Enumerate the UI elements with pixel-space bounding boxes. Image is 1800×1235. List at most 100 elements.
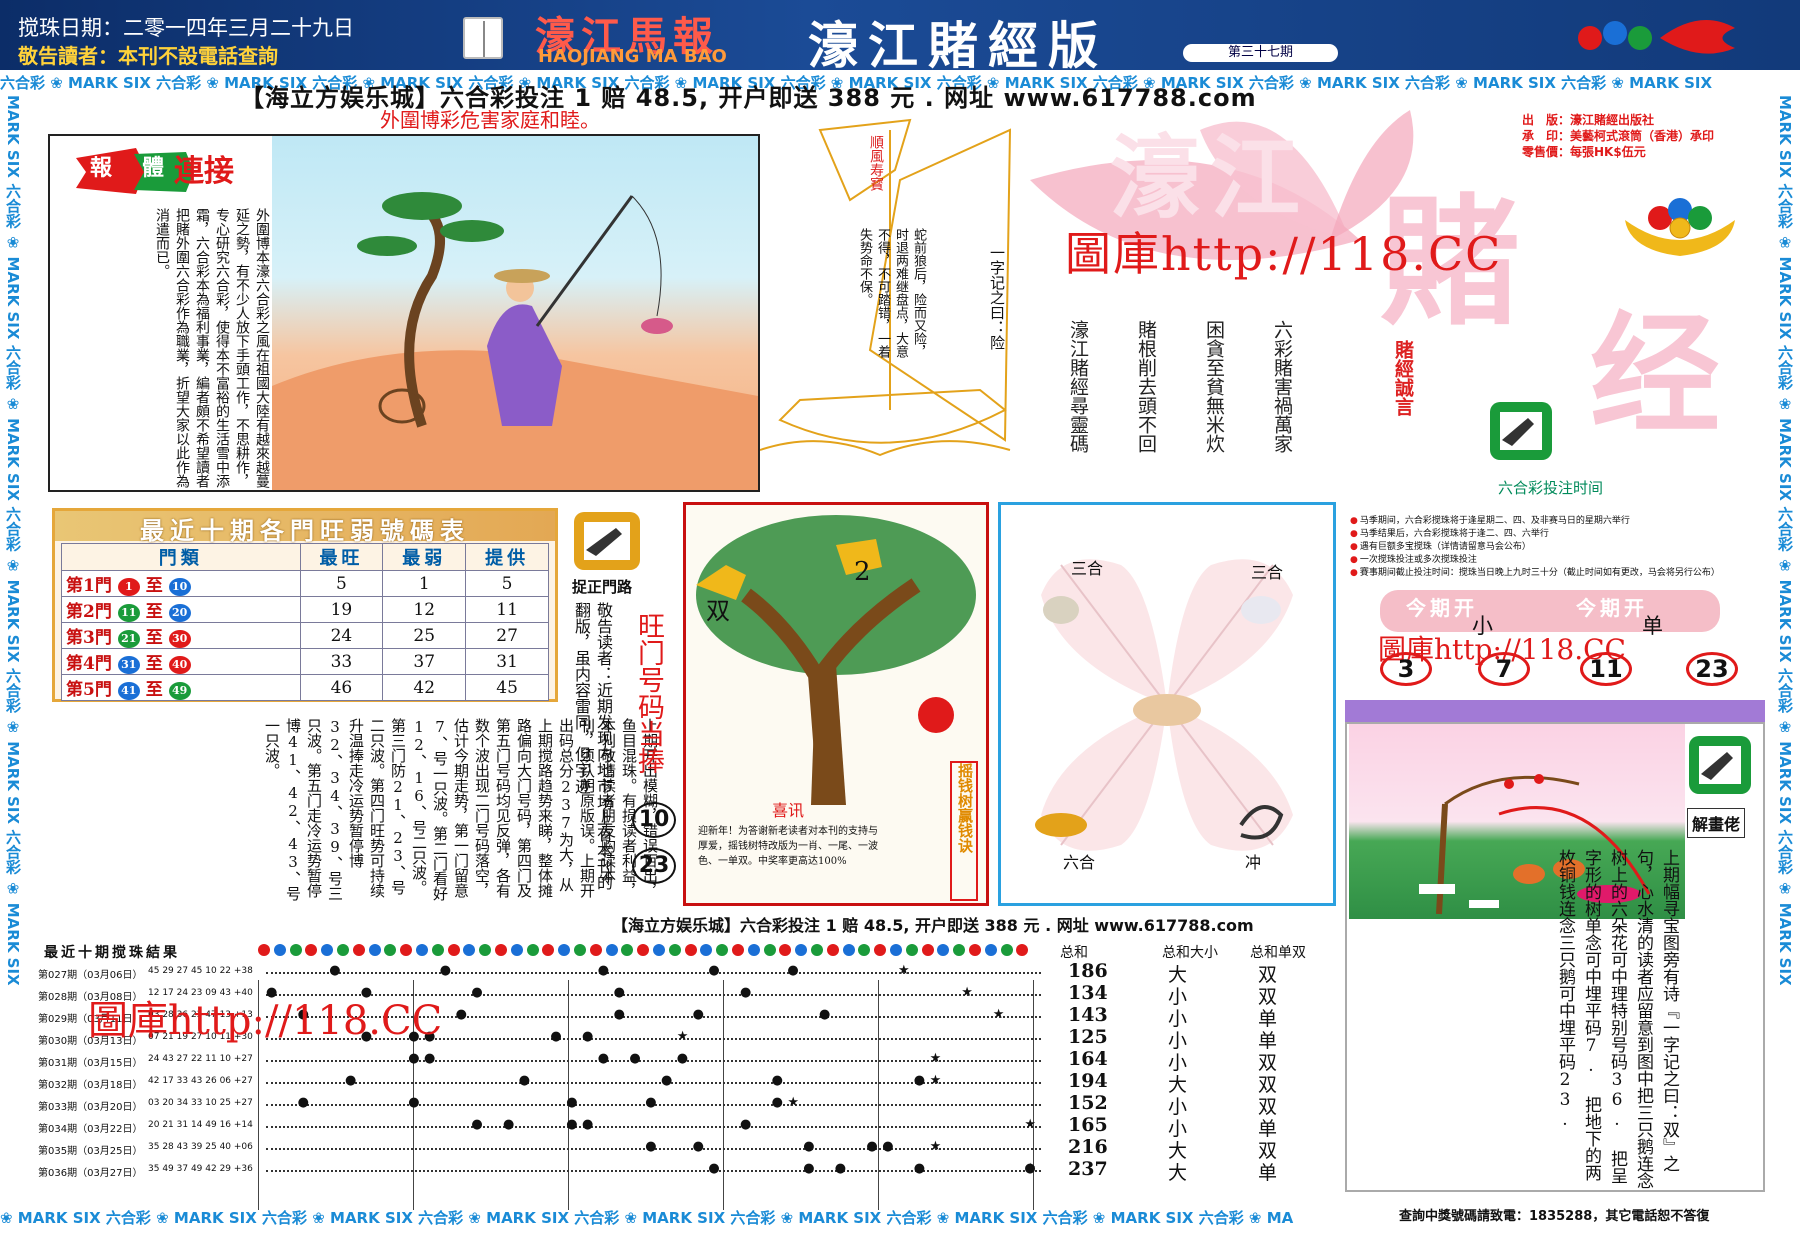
drawn-dot-icon: ● [582,1117,594,1132]
special-star-icon: ★ [992,1007,1005,1022]
drawn-dot-icon: ● [882,1139,894,1154]
header-ball-icon [526,944,539,956]
stats-row: 第5門 41 至 49 46 42 45 [61,674,549,701]
drawn-dot-icon: ● [866,1139,878,1154]
header-ball-icon [984,944,997,956]
drawn-dot-icon: ● [692,1007,704,1022]
stats-col-cold: 最弱 [382,543,467,571]
header-ball-icon [289,944,302,956]
col-oe-head: 总和单双 [1250,945,1306,961]
bet-note-3: 遇有巨额多宝搅珠（详情请留意马会公布） [1350,541,1770,554]
header-ball-icon [732,944,744,956]
recent-draw-results: 最近十期搅珠結果 第027期（03月06日） 45 29 27 45 10 22 … [30,942,1350,1210]
watermark-url-3: 圖庫http://118.CC [88,998,443,1044]
bet-note-5: 賽事期间截止投注时间：搅珠当日晚上九时三十分（截止时间如有更改，马会将另行公布） [1350,567,1770,580]
comic-article-box: 報 體 連接 外圍博本濠六合彩之風在祖國大陸有越來越蔓延之勢，有不少人放下手頭工… [48,134,760,492]
tree-caption-body: 迎新年！为答谢新老读者对本刊的支持与厚爱，摇钱树特改版为一肖、一尾、一波色、一单… [698,826,878,867]
sum-cell: 186 [1068,960,1108,982]
cold-cell: 1 [382,570,467,597]
special-star-icon: ★ [676,1029,689,1044]
parity-cell: 单 [1258,1162,1278,1184]
size-cell: 大 [1168,1162,1188,1184]
header-ball-icon [1016,944,1029,956]
gate-label: 第2門 [66,602,112,622]
tree-caption: 喜讯 迎新年！为答谢新老读者对本刊的支持与厚爱，摇钱树特改版为一肖、一尾、一波色… [698,803,878,869]
header-ball-icon [953,944,966,956]
drawn-dot-icon: ● [471,1117,483,1132]
hand-pointing-icon [1689,736,1751,794]
stats-body: 第1門 1 至 10 5 1 5 第2門 11 至 20 19 12 11 第3門 21 至 3… [61,570,549,701]
drawn-dot-icon: ● [692,1139,704,1154]
subheadline: 外圍博彩危害家庭和睦。 [380,108,600,132]
gate-cell: 第1門 1 至 10 [61,570,301,597]
fisherman-picture-icon [272,192,758,490]
drawn-dot-icon: ● [408,1095,420,1110]
pub-label-1: 出 版： [1522,113,1571,127]
bet-note-1: 马季期间，六合彩搅珠将于逢星期二、四、及非赛马日的星期六举行 [1350,515,1770,528]
drawn-dot-icon: ● [613,1007,625,1022]
range-to: 至 [145,602,163,622]
hand-pointing-icon [1490,402,1552,460]
header-ball-icon [621,944,634,956]
sum-cell: 125 [1068,1026,1108,1048]
tree-caption-title: 喜讯 [771,801,804,820]
riddle-label: 解畫佬 [1687,808,1746,838]
results-title: 最近十期搅珠結果 [44,945,180,961]
drawn-dot-icon: ● [629,1051,641,1066]
header-ball-icon [258,944,270,956]
header-ball-icon [653,944,665,956]
dot-track [266,972,1041,974]
money-tree-panel: 双 2 喜讯 迎新年！为答谢新老读者对本刊的支持与厚爱，摇钱树特改版为一肖、一尾… [683,502,989,906]
header-ball-icon [321,944,334,956]
drawn-dot-icon: ● [913,1161,926,1176]
header-ball-icon [905,944,918,956]
drawn-dot-icon: ● [834,1161,847,1176]
header-ball-icon [574,944,586,956]
pick-cell: 31 [465,648,549,675]
range-start-ball: 1 [117,577,140,596]
balls-logo-icon [1578,20,1735,54]
header-ball-icon [510,944,523,956]
heart-label-br: 冲 [1245,853,1262,872]
boat-verse-title: 一字记之曰：险 [988,245,1006,350]
boat-verse-body: 蛇前狼后，险而又险，时退两难继盘点，大意不得，不可踏错，一着失势命不保。 [857,228,926,358]
range-end-ball: 20 [168,603,191,622]
hot-number-2: 23 [632,848,676,884]
stats-col-gate: 門類 [61,543,301,571]
sum-cell: 134 [1068,982,1108,1004]
header-ball-icon [337,944,349,956]
draw-numbers: 03 20 34 33 10 25 +27 [148,1098,253,1108]
header-ball-icon [305,944,318,956]
col-bs-head: 总和大小 [1162,945,1218,961]
drawn-dot-icon: ● [819,1007,831,1022]
draw-numbers: 24 43 27 22 11 10 +27 [148,1054,253,1064]
drawn-dot-icon: ● [455,1007,467,1022]
mark-six-strip-left: MARK SIX 六合彩 ❀ MARK SIX 六合彩 ❀ MARK SIX 六… [4,95,22,986]
reader-warning: 敬告讀者：本刊不設電話查詢 [18,40,278,69]
range-to: 至 [145,654,163,674]
cold-cell: 37 [382,648,467,675]
header-ball-icon [589,944,602,956]
dot-track [266,1060,1041,1062]
draw-row: 第034期（03月22日） 20 21 31 14 49 16 +14 165 小单 ●… [38,1114,1338,1140]
sum-cell: 216 [1068,1136,1108,1158]
hot-cell: 5 [299,570,384,597]
drawn-dot-icon: ● [708,963,720,978]
header-ball-icon [921,944,934,956]
draw-numbers: 45 29 27 45 10 22 +38 [148,966,253,976]
drawn-dot-icon: ● [613,985,625,1000]
range-end-ball: 10 [168,577,191,596]
header-ball-icon [969,944,981,956]
four-hearts-icon [1035,559,1293,851]
poem-line-2: 困貪至貧無米炊 [1203,320,1225,453]
issue-number: 第三十七期 [1183,44,1338,62]
range-end-ball: 30 [168,629,191,648]
header-ball-icon [763,944,776,956]
header-ball-icon [273,944,286,956]
draw-numbers: 35 28 43 39 25 40 +06 [148,1142,253,1152]
header-ball-icon [747,944,760,956]
tag-char-b: 體 [142,156,165,181]
pick-number-1: 3 [1380,652,1432,686]
drawn-dot-icon: ● [424,1051,436,1066]
fishing-illustration [272,136,758,490]
